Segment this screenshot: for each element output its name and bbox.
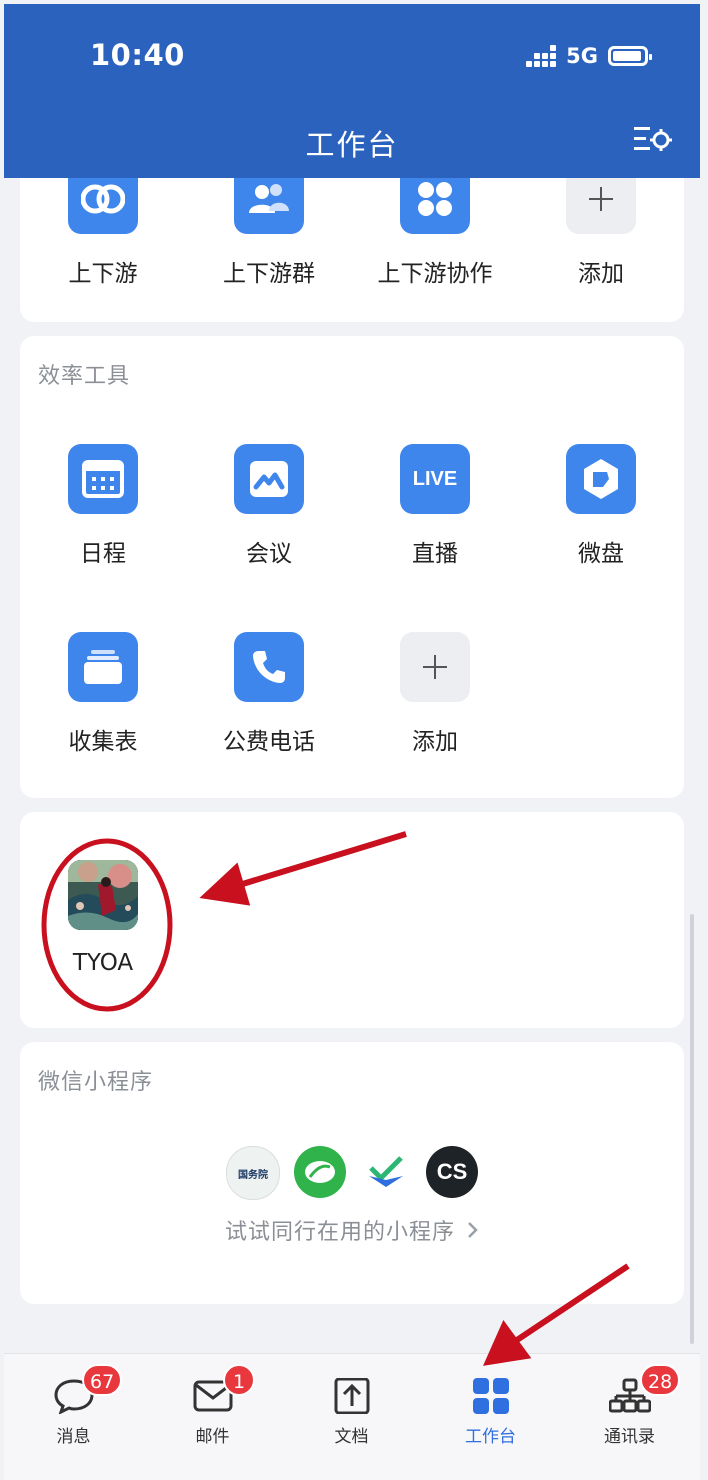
network-type: 5G: [566, 44, 598, 68]
app-label: 添加: [578, 261, 624, 287]
tab-contacts[interactable]: 28 通讯录: [560, 1354, 699, 1480]
state-council-icon-text: 国务院: [238, 1169, 268, 1181]
app-tile-live[interactable]: LIVE 直播: [360, 444, 510, 568]
state-council-icon[interactable]: 国务院: [226, 1146, 280, 1200]
check-icon[interactable]: [360, 1146, 412, 1198]
app-label: 添加: [412, 729, 458, 755]
bottom-tab-bar: 67 消息 1 邮件 文档 工作台 28 通讯录: [4, 1353, 700, 1480]
app-label: 上下游协作: [377, 261, 493, 287]
calendar-icon: [68, 444, 138, 514]
document-icon: [331, 1377, 373, 1415]
tab-messages[interactable]: 67 消息: [4, 1354, 143, 1480]
unread-badge: 1: [223, 1364, 255, 1396]
mini-program-link-text: 试试同行在用的小程序: [224, 1220, 455, 1245]
mini-program-link[interactable]: 试试同行在用的小程序: [20, 1214, 684, 1246]
app-tile-upstream[interactable]: 上下游: [28, 164, 178, 288]
add-app-button[interactable]: 添加: [360, 632, 510, 756]
section-title: 效率工具: [38, 364, 131, 389]
cs-icon-text: CS: [436, 1159, 468, 1184]
cs-icon[interactable]: CS: [426, 1146, 478, 1198]
tyoa-app-icon: [68, 860, 138, 930]
app-label: 上下游: [68, 261, 138, 287]
top-header: 10:40 5G 工作台: [4, 4, 700, 178]
section-title: 微信小程序: [38, 1070, 154, 1095]
drive-icon: [566, 444, 636, 514]
app-label: 微盘: [578, 541, 624, 567]
battery-icon: [608, 46, 652, 66]
app-tile-phone[interactable]: 公费电话: [194, 632, 344, 756]
unread-badge: 67: [82, 1364, 123, 1396]
app-label: 会议: [246, 541, 292, 567]
page-title: 工作台: [305, 128, 399, 162]
app-tile-upstream-group[interactable]: 上下游群: [194, 164, 344, 288]
app-tile-form[interactable]: 收集表: [28, 632, 178, 756]
app-tile-meeting[interactable]: 会议: [194, 444, 344, 568]
app-label: 上下游群: [223, 261, 315, 287]
app-tile-upstream-collab[interactable]: 上下游协作: [360, 164, 510, 288]
add-app-button[interactable]: 添加: [526, 164, 676, 288]
phone-icon: [234, 632, 304, 702]
tab-label: 文档: [334, 1427, 369, 1447]
status-time: 10:40: [90, 38, 185, 72]
app-label: 直播: [412, 541, 458, 567]
upstream-card: 上下游 上下游群 上下游协作 添加: [20, 154, 684, 322]
live-icon-text: LIVE: [412, 467, 458, 490]
status-indicators: 5G: [526, 44, 652, 68]
tab-label: 通讯录: [604, 1427, 655, 1447]
tab-workbench[interactable]: 工作台: [421, 1354, 560, 1480]
tab-label: 工作台: [465, 1427, 516, 1447]
app-label: 收集表: [68, 729, 138, 755]
plus-icon: [400, 632, 470, 702]
tab-mail[interactable]: 1 邮件: [143, 1354, 282, 1480]
tab-label: 消息: [56, 1427, 91, 1447]
app-label: 公费电话: [223, 729, 315, 755]
leaf-icon[interactable]: [294, 1146, 346, 1198]
meeting-icon: [234, 444, 304, 514]
tab-documents[interactable]: 文档: [282, 1354, 421, 1480]
app-tile-drive[interactable]: 微盘: [526, 444, 676, 568]
workbench-screen: 10:40 5G 工作台 上下游 上下游群 上下游协作 添加 效率工具 日程 会…: [4, 4, 700, 1480]
app-label: TYOA: [72, 950, 134, 976]
app-tile-tyoa[interactable]: TYOA: [28, 860, 178, 976]
workbench-icon: [470, 1378, 512, 1414]
tab-label: 邮件: [195, 1427, 230, 1447]
mini-program-icons: 国务院 CS: [20, 1146, 684, 1200]
app-label: 日程: [80, 541, 126, 567]
scrollbar[interactable]: [690, 914, 694, 1344]
unread-badge: 28: [640, 1364, 681, 1396]
chevron-right-icon: [467, 1220, 479, 1245]
signal-icon: [526, 45, 557, 67]
form-icon: [68, 632, 138, 702]
efficiency-tools-card: 效率工具 日程 会议 LIVE 直播 微盘 收集表 公费电话 添加: [20, 336, 684, 798]
list-settings-icon[interactable]: [634, 124, 672, 154]
app-tile-calendar[interactable]: 日程: [28, 444, 178, 568]
mini-programs-card: 微信小程序 国务院 CS 试试同行在用的小程序: [20, 1042, 684, 1304]
live-icon: LIVE: [400, 444, 470, 514]
custom-apps-card: TYOA: [20, 812, 684, 1028]
